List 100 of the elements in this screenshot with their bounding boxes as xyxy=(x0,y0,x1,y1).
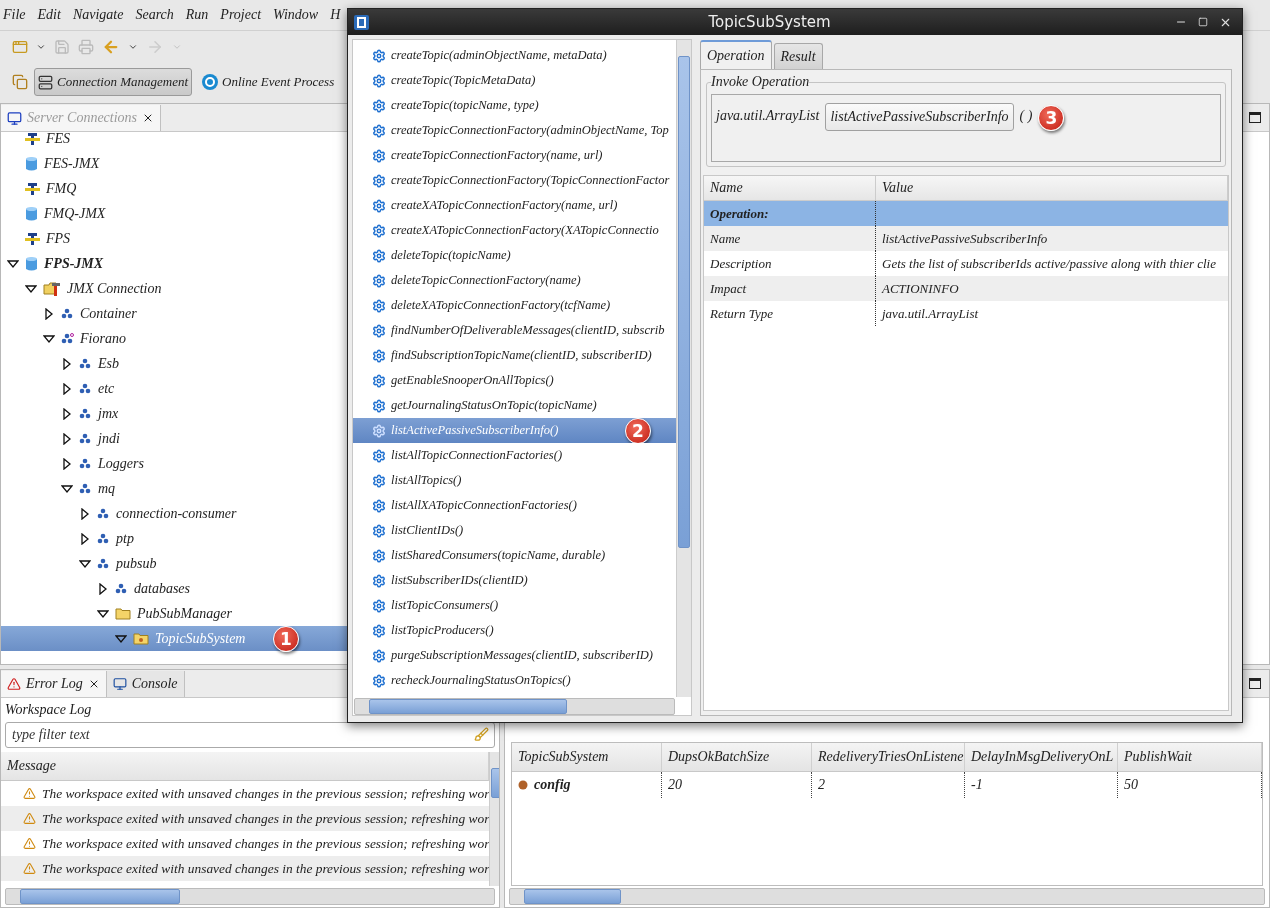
tree-item[interactable]: PubSubManager xyxy=(1,601,347,626)
mbean-icon xyxy=(115,583,128,594)
mbean-icon xyxy=(61,333,74,344)
server-icon xyxy=(7,110,22,126)
menu-item[interactable]: Run xyxy=(185,7,209,23)
gear-icon xyxy=(372,273,386,288)
horizontal-scrollbar[interactable] xyxy=(5,888,495,905)
view-tab[interactable]: Error Log xyxy=(1,671,107,697)
column-header[interactable]: DupsOkBatchSize xyxy=(662,743,812,772)
menu-item[interactable]: Navigate xyxy=(72,7,124,23)
folder-icon xyxy=(133,632,149,645)
mbean-icon xyxy=(79,483,92,494)
collapse-arrow-icon[interactable] xyxy=(43,332,55,345)
column-header[interactable]: TopicSubSystem xyxy=(512,743,662,772)
tree-item[interactable]: Esb xyxy=(1,351,347,376)
tree-item[interactable]: FMQ-JMX xyxy=(1,201,347,226)
menu-item[interactable]: Project xyxy=(220,7,262,23)
tree-item[interactable]: databases xyxy=(1,576,347,601)
collapse-arrow-icon[interactable] xyxy=(61,482,73,495)
gear-icon xyxy=(372,148,386,163)
open-perspective-icon[interactable] xyxy=(12,74,28,90)
mbean-icon xyxy=(61,308,74,319)
tree-item[interactable]: Container xyxy=(1,301,347,326)
expand-arrow-icon[interactable] xyxy=(61,407,73,420)
collapse-arrow-icon[interactable] xyxy=(79,557,91,570)
horizontal-scrollbar[interactable] xyxy=(509,888,1265,905)
collapse-arrow-icon[interactable] xyxy=(115,632,127,645)
tree-item[interactable]: ptp xyxy=(1,526,347,551)
tree-item[interactable]: mq xyxy=(1,476,347,501)
tree-item[interactable]: FES xyxy=(1,132,347,151)
table-cell-text: listActivePassiveSubscriberInfo xyxy=(881,229,1049,248)
maximize-icon[interactable] xyxy=(1249,112,1261,123)
tree-item[interactable]: FMQ xyxy=(1,176,347,201)
log-entry[interactable]: The workspace exited with unsaved changes in the previous session; refreshing wor xyxy=(1,806,490,831)
tree-item[interactable]: jmx xyxy=(1,401,347,426)
expand-arrow-icon[interactable] xyxy=(79,532,91,545)
log-title: Workspace Log xyxy=(4,701,93,719)
tree-item[interactable]: jndi xyxy=(1,426,347,451)
perspective-button[interactable]: Connection Management xyxy=(34,68,193,96)
horizontal-scrollbar[interactable] xyxy=(354,698,675,715)
gear-icon xyxy=(372,573,386,588)
menu-item[interactable]: Search xyxy=(135,7,174,23)
menu-item[interactable]: H xyxy=(330,7,341,23)
gear-icon xyxy=(372,598,386,613)
tree-item[interactable]: FPS xyxy=(1,226,347,251)
table-cell: 50 xyxy=(1118,772,1262,798)
column-header[interactable]: DelayInMsgDeliveryOnL xyxy=(965,743,1118,772)
menu-item[interactable]: File xyxy=(3,7,26,23)
vertical-scrollbar[interactable] xyxy=(676,40,691,697)
menu-item[interactable]: Edit xyxy=(37,7,61,23)
tree-item[interactable]: FPS-JMX xyxy=(1,251,347,276)
caret-icon[interactable] xyxy=(128,42,138,52)
tree-item[interactable]: connection-consumer xyxy=(1,501,347,526)
view-tab[interactable]: Console xyxy=(106,671,185,697)
folder-icon xyxy=(115,607,131,620)
connector-icon xyxy=(25,231,40,246)
tree-item[interactable]: Loggers xyxy=(1,451,347,476)
connector-icon xyxy=(25,132,40,146)
gear-icon xyxy=(372,548,386,563)
column-header[interactable]: Name xyxy=(704,176,876,200)
log-entry[interactable]: The workspace exited with unsaved changes in the previous session; refreshing wor xyxy=(1,856,490,881)
filter-field[interactable]: type filter text xyxy=(5,722,495,748)
tree-item[interactable]: FES-JMX xyxy=(1,151,347,176)
expand-arrow-icon[interactable] xyxy=(61,357,73,370)
tab[interactable]: Result xyxy=(773,43,823,69)
collapse-arrow-icon[interactable] xyxy=(25,282,37,295)
expand-arrow-icon[interactable] xyxy=(61,457,73,470)
expand-arrow-icon[interactable] xyxy=(43,307,55,320)
caret-icon[interactable] xyxy=(36,42,46,52)
mbean-icon xyxy=(79,408,92,419)
gear-icon xyxy=(372,48,386,63)
operation-item[interactable]: listActivePassiveSubscriberInfo() 2 xyxy=(353,418,676,443)
maximize-icon[interactable] xyxy=(1249,678,1261,689)
column-header[interactable]: Value xyxy=(876,176,1228,200)
column-header[interactable]: Message xyxy=(1,752,490,781)
collapse-arrow-icon[interactable] xyxy=(97,607,109,620)
column-header[interactable]: RedeliveryTriesOnListene xyxy=(812,743,965,772)
tree-item[interactable]: Fiorano xyxy=(1,326,347,351)
perspective-button[interactable]: Online Event Process xyxy=(198,68,339,96)
collapse-arrow-icon[interactable] xyxy=(7,257,19,270)
table-cell: Return Type xyxy=(704,301,876,326)
expand-arrow-icon[interactable] xyxy=(61,432,73,445)
tab[interactable]: Operation xyxy=(700,40,772,69)
clear-icon[interactable] xyxy=(474,727,489,742)
expand-arrow-icon[interactable] xyxy=(79,507,91,520)
table-cell: 20 xyxy=(662,772,812,798)
tree-item[interactable]: pubsub xyxy=(1,551,347,576)
gear-icon xyxy=(372,523,386,538)
expand-arrow-icon[interactable] xyxy=(97,582,109,595)
tree-item[interactable]: etc xyxy=(1,376,347,401)
column-header[interactable]: PublishWait xyxy=(1118,743,1262,772)
expand-arrow-icon[interactable] xyxy=(61,382,73,395)
invoke-button[interactable]: listActivePassiveSubscriberInfo xyxy=(825,103,1014,131)
table-cell-text: java.util.ArrayList xyxy=(879,304,980,323)
tree-item[interactable]: JMX Connection xyxy=(1,276,347,301)
callout-badge: 2 xyxy=(625,418,651,444)
connector-icon xyxy=(25,181,40,196)
tree-item[interactable]: TopicSubSystem 1 xyxy=(1,626,347,651)
mbean-icon xyxy=(97,508,110,519)
menu-item[interactable]: Window xyxy=(273,7,319,23)
